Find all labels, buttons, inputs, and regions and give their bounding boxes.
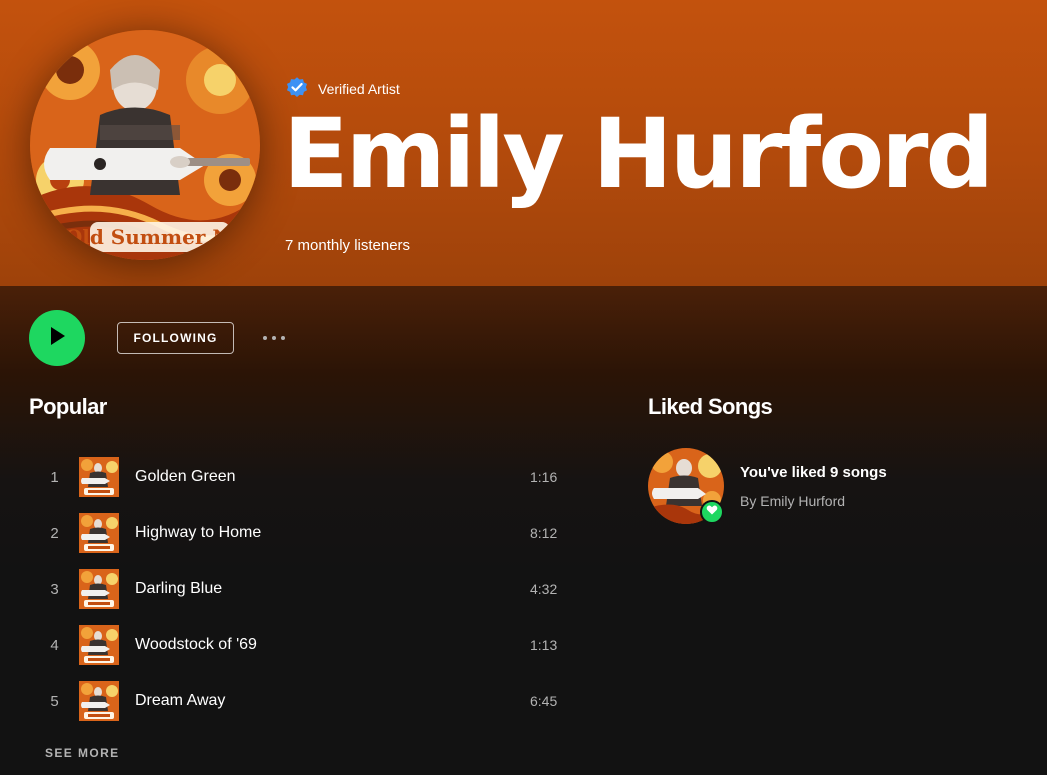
track-number: 5 (50, 692, 59, 710)
see-more-button[interactable]: SEE MORE (45, 746, 120, 760)
track-row[interactable]: 1 Golden Green 1:16 (30, 451, 590, 503)
play-icon (46, 325, 68, 352)
track-artwork (79, 457, 119, 497)
more-options-button[interactable] (258, 327, 290, 349)
track-number: 1 (50, 468, 59, 486)
track-duration: 1:16 (530, 469, 558, 485)
verified-artist: Verified Artist (285, 76, 400, 100)
liked-songs-artist: By Emily Hurford (740, 493, 846, 509)
track-title[interactable]: Woodstock of '69 (135, 636, 530, 654)
track-duration: 1:13 (530, 637, 558, 653)
track-number: 3 (50, 580, 59, 598)
track-row[interactable]: 2 Highway to Home 8:12 (30, 507, 590, 559)
liked-songs-artwork[interactable] (648, 448, 724, 524)
track-row[interactable]: 4 Woodstock of '69 1:13 (30, 619, 590, 671)
artist-header: Old Summer Nay Verified Artist Emily Hur… (0, 0, 1047, 286)
svg-text:Old Summer Nay: Old Summer Nay (65, 225, 257, 249)
more-dots-icon (263, 336, 267, 340)
track-title[interactable]: Highway to Home (135, 524, 530, 542)
artist-name: Emily Hurford (283, 98, 994, 210)
heart-badge (700, 500, 724, 524)
liked-songs-heading: Liked Songs (648, 394, 773, 419)
artist-avatar: Old Summer Nay (30, 30, 260, 260)
verified-label: Verified Artist (318, 81, 400, 97)
liked-songs-count[interactable]: You've liked 9 songs (740, 464, 887, 481)
heart-icon (706, 503, 718, 521)
track-artwork (79, 513, 119, 553)
artist-page: Old Summer Nay Verified Artist Emily Hur… (0, 0, 1047, 775)
track-row[interactable]: 3 Darling Blue 4:32 (30, 563, 590, 615)
track-artwork (79, 569, 119, 609)
track-number: 4 (50, 636, 59, 654)
track-title[interactable]: Darling Blue (135, 580, 530, 598)
track-title[interactable]: Dream Away (135, 692, 530, 710)
more-dots-icon (281, 336, 285, 340)
track-title[interactable]: Golden Green (135, 468, 530, 486)
track-duration: 8:12 (530, 525, 558, 541)
play-button[interactable] (29, 310, 85, 366)
more-dots-icon (272, 336, 276, 340)
following-button[interactable]: FOLLOWING (117, 322, 234, 354)
track-duration: 4:32 (530, 581, 558, 597)
track-duration: 6:45 (530, 693, 558, 709)
track-number: 2 (50, 524, 59, 542)
track-row[interactable]: 5 Dream Away 6:45 (30, 675, 590, 727)
track-artwork (79, 625, 119, 665)
popular-heading: Popular (29, 394, 107, 419)
track-artwork (79, 681, 119, 721)
monthly-listeners: 7 monthly listeners (285, 237, 411, 254)
